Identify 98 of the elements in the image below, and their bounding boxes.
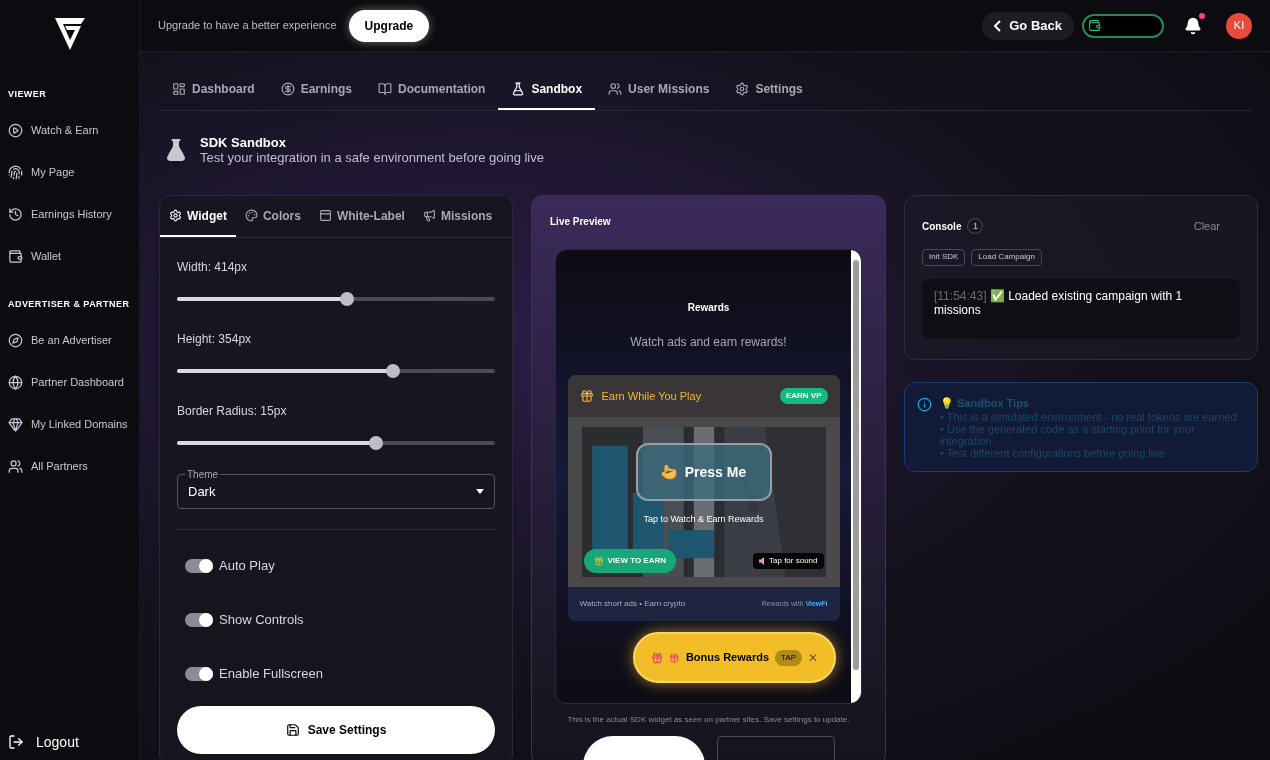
tips-title: 💡 Sandbox Tips: [940, 395, 1030, 411]
slider[interactable]: [177, 364, 495, 378]
nav-tab[interactable]: Sandbox: [498, 70, 596, 110]
sidebar-item[interactable]: My Page: [0, 151, 139, 194]
console-title: Console: [922, 219, 962, 234]
tab-icon: [735, 82, 750, 96]
sidebar-item[interactable]: Partner Dashboard: [0, 361, 139, 403]
config-tab[interactable]: White-Label: [309, 196, 414, 237]
logout-button[interactable]: Logout: [0, 728, 139, 756]
gift-icon: [593, 556, 604, 566]
press-me-button[interactable]: Press Me: [635, 443, 772, 501]
logo-icon: [52, 16, 87, 52]
slider[interactable]: [177, 436, 495, 450]
sidebar-item[interactable]: Wallet: [0, 235, 139, 278]
earn-badge: EARN VP: [779, 388, 828, 404]
toggle-switch[interactable]: [185, 559, 213, 573]
widget-subtitle: Watch ads and earn rewards!: [630, 334, 787, 351]
sidebar-item[interactable]: Earnings History: [0, 193, 139, 236]
tab-icon: [318, 209, 332, 222]
slider-label: Width: 414px: [177, 259, 249, 276]
wallet-icon: [1088, 19, 1101, 32]
menu-item-icon: [8, 374, 23, 390]
tab-icon: [511, 82, 526, 96]
tab-icon: [172, 82, 186, 96]
toggle-switch[interactable]: [185, 667, 213, 681]
go-back-button[interactable]: Go Back: [982, 11, 1074, 40]
slider-thumb[interactable]: [340, 292, 355, 306]
gift-icon: [651, 650, 664, 665]
slider[interactable]: [177, 292, 495, 306]
slider-thumb[interactable]: [386, 364, 401, 378]
save-settings-button[interactable]: Save Settings: [177, 706, 495, 754]
toggle-label: Auto Play: [219, 557, 275, 576]
widget-title: Rewards: [687, 301, 730, 315]
console-action-button[interactable]: Load Campaign: [971, 248, 1042, 266]
menu-item-icon: [8, 207, 23, 222]
sidebar-item[interactable]: All Partners: [0, 445, 139, 487]
clear-button[interactable]: Clear: [1193, 218, 1220, 235]
tab-icon: [244, 209, 258, 222]
menu-item-icon: [8, 165, 23, 180]
log-entry: [11:54:43] ✅ Loaded existing campaign with 1 missions: [922, 278, 1240, 339]
bonus-rewards-pill[interactable]: Bonus Rewards TAP ✕: [633, 632, 836, 683]
notifications-button[interactable]: [1184, 16, 1202, 35]
page-subtitle: Test your integration in a safe environment before going live: [200, 150, 544, 165]
bonus-label: Bonus Rewards: [685, 650, 770, 666]
info-icon: [917, 396, 932, 412]
sound-button[interactable]: Tap for sound: [753, 553, 824, 569]
bell-icon: [1184, 16, 1202, 35]
nav-tab[interactable]: Dashboard: [159, 70, 268, 110]
tab-icon: [280, 82, 295, 96]
toggle-label: Enable Fullscreen: [219, 665, 324, 684]
page-title: SDK Sandbox: [200, 135, 287, 150]
close-button[interactable]: ✕: [808, 648, 818, 667]
toggle-switch[interactable]: [185, 613, 213, 627]
sidebar-item[interactable]: Be an Advertiser: [0, 319, 139, 361]
chevron-left-icon: [994, 19, 1002, 32]
dropdown-arrow-icon: [476, 489, 484, 494]
toggle-label: Show Controls: [219, 611, 304, 630]
tab-icon: [169, 209, 182, 222]
sidebar-item[interactable]: Watch & Earn: [0, 109, 139, 152]
card-title: Live Preview: [550, 215, 612, 229]
config-tab[interactable]: Missions: [413, 196, 502, 237]
config-tab[interactable]: Widget: [160, 196, 236, 237]
menu-item-icon: [8, 332, 23, 348]
ad-footer-text: Watch short ads • Earn crypto: [579, 598, 686, 610]
ad-card-title: Earn While You Play: [601, 388, 702, 404]
flask-icon: [164, 138, 188, 162]
config-tab[interactable]: Colors: [235, 196, 310, 237]
nav-tab[interactable]: User Missions: [595, 70, 723, 110]
tab-icon: [608, 82, 623, 96]
slider-thumb[interactable]: [369, 436, 384, 450]
pointing-hand-icon: [660, 464, 677, 480]
preview-note: This is the actual SDK widget as seen on partner sites. Save settings to update.: [566, 714, 851, 726]
slider-label: Height: 354px: [177, 331, 253, 348]
nav-tab[interactable]: Documentation: [365, 70, 499, 110]
tab-icon: [378, 82, 393, 96]
nav-tab[interactable]: Earnings: [267, 70, 366, 110]
tab-icon: [422, 209, 436, 222]
nav-tab[interactable]: Settings: [722, 70, 816, 110]
gift-icon: [579, 389, 594, 403]
slider-label: Border Radius: 15px: [177, 403, 288, 420]
upgrade-message: Upgrade to have a better experience: [158, 18, 337, 34]
menu-item-icon: [8, 458, 23, 474]
save-icon: [285, 723, 300, 737]
logout-icon: [8, 734, 24, 750]
upgrade-button[interactable]: Upgrade: [348, 9, 430, 42]
gift-icon: [669, 651, 680, 664]
avatar[interactable]: KI: [1226, 12, 1252, 39]
console-action-button[interactable]: Init SDK: [922, 248, 966, 266]
tap-caption: Tap to Watch & Earn Rewards: [643, 513, 764, 526]
sidebar-item[interactable]: My Linked Domains: [0, 403, 139, 445]
tap-badge: TAP: [775, 649, 802, 666]
menu-item-icon: [8, 249, 23, 264]
menu-item-icon: [8, 123, 23, 138]
wallet-button[interactable]: [1082, 13, 1164, 38]
select-value: Dark: [188, 482, 216, 501]
menu-item-icon: [8, 416, 23, 432]
section-heading: ADVERTISER & PARTNER: [7, 297, 131, 311]
section-heading: VIEWER: [7, 88, 48, 101]
